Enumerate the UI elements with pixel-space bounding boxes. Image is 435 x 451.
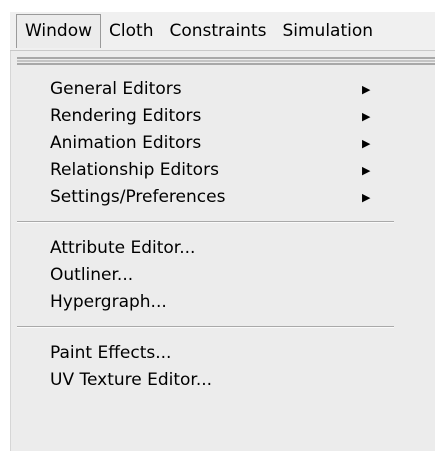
tear-off-handle[interactable]: [17, 57, 435, 66]
submenu-arrow-icon: ▶: [362, 83, 371, 96]
menu-item-label: UV Texture Editor...: [50, 370, 213, 390]
menu-cloth[interactable]: Cloth: [101, 14, 161, 48]
menu-item-animation-editors[interactable]: Animation Editors ▶: [11, 130, 435, 157]
menu-item-label: Attribute Editor...: [50, 238, 196, 258]
menu-item-label: Outliner...: [50, 265, 134, 285]
menu-simulation[interactable]: Simulation: [274, 14, 381, 48]
submenu-arrow-icon: ▶: [362, 110, 371, 123]
menu-item-outliner[interactable]: Outliner...: [11, 262, 435, 289]
menu-item-general-editors[interactable]: General Editors ▶: [11, 76, 435, 103]
window-menu-dropdown: General Editors ▶ Rendering Editors ▶ An…: [10, 51, 435, 451]
menu-item-label: Relationship Editors: [50, 160, 219, 180]
menu-item-hypergraph[interactable]: Hypergraph...: [11, 289, 435, 316]
menu-separator: [17, 221, 394, 223]
menu-item-label: Paint Effects...: [50, 343, 172, 363]
menu-bar: Window Cloth Constraints Simulation: [10, 12, 435, 51]
menu-item-uv-texture-editor[interactable]: UV Texture Editor...: [11, 367, 435, 394]
menu-item-relationship-editors[interactable]: Relationship Editors ▶: [11, 157, 435, 184]
menu-item-paint-effects[interactable]: Paint Effects...: [11, 340, 435, 367]
submenu-arrow-icon: ▶: [362, 191, 371, 204]
menu-item-attribute-editor[interactable]: Attribute Editor...: [11, 235, 435, 262]
menu-item-label: Rendering Editors: [50, 106, 202, 126]
menu-window[interactable]: Window: [16, 14, 102, 48]
menu-item-label: Animation Editors: [50, 133, 202, 153]
submenu-arrow-icon: ▶: [362, 164, 371, 177]
menu-item-label: Settings/Preferences: [50, 187, 226, 207]
menu-separator: [17, 326, 394, 328]
menu-item-label: General Editors: [50, 79, 182, 99]
menu-item-label: Hypergraph...: [50, 292, 167, 312]
menu-constraints[interactable]: Constraints: [161, 14, 274, 48]
menu-item-settings-preferences[interactable]: Settings/Preferences ▶: [11, 184, 435, 211]
submenu-arrow-icon: ▶: [362, 137, 371, 150]
menu-item-rendering-editors[interactable]: Rendering Editors ▶: [11, 103, 435, 130]
